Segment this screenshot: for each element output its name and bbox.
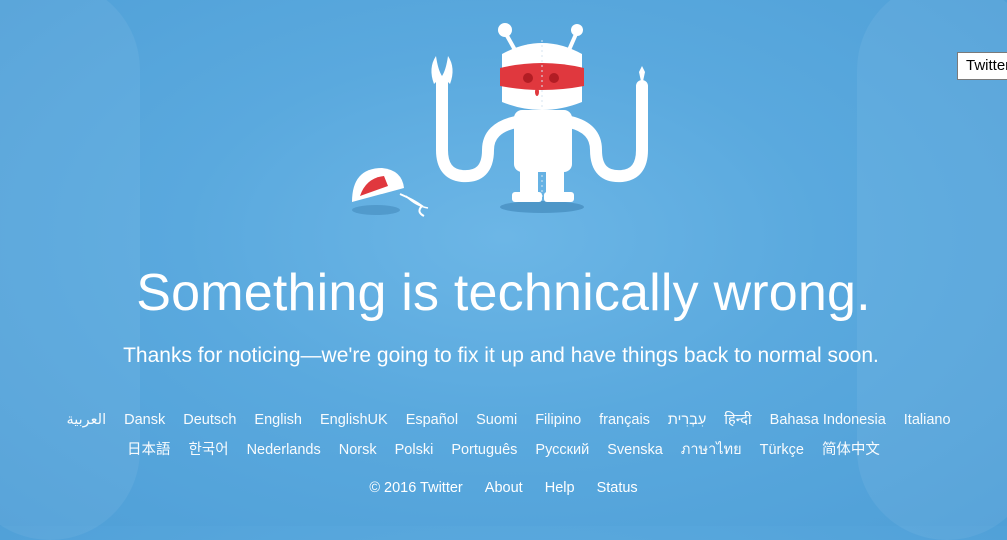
language-link-chinese-simplified[interactable]: 简体中文 bbox=[822, 435, 880, 465]
language-link-german[interactable]: Deutsch bbox=[183, 405, 236, 435]
language-link-hebrew[interactable]: עִבְרִית bbox=[668, 405, 706, 435]
language-link-indonesian[interactable]: Bahasa Indonesia bbox=[770, 405, 886, 435]
copyright-text: © 2016 Twitter bbox=[369, 480, 463, 496]
language-link-spanish[interactable]: Español bbox=[406, 405, 458, 435]
language-link-french[interactable]: français bbox=[599, 405, 650, 435]
language-link-norwegian[interactable]: Norsk bbox=[339, 435, 377, 465]
language-link-turkish[interactable]: Türkçe bbox=[760, 435, 804, 465]
language-link-swedish[interactable]: Svenska bbox=[607, 435, 663, 465]
language-link-portuguese[interactable]: Português bbox=[451, 435, 517, 465]
language-row-2: 日本語 한국어 Nederlands Norsk Polski Portuguê… bbox=[0, 435, 1007, 465]
language-link-japanese[interactable]: 日本語 bbox=[127, 435, 171, 465]
language-link-russian[interactable]: Русский bbox=[535, 435, 589, 465]
language-link-italian[interactable]: Italiano bbox=[904, 405, 951, 435]
language-link-finnish[interactable]: Suomi bbox=[476, 405, 517, 435]
language-selector: العربية Dansk Deutsch English EnglishUK … bbox=[0, 405, 1007, 465]
language-link-english-uk[interactable]: EnglishUK bbox=[320, 405, 388, 435]
language-link-english[interactable]: English bbox=[254, 405, 302, 435]
language-link-korean[interactable]: 한국어 bbox=[189, 435, 229, 465]
language-row-1: العربية Dansk Deutsch English EnglishUK … bbox=[10, 405, 1007, 435]
twitter-tooltip: Twitter bbox=[957, 52, 1007, 80]
language-link-hindi[interactable]: हिन्दी bbox=[724, 405, 751, 435]
broken-robot-illustration bbox=[352, 23, 648, 217]
language-link-danish[interactable]: Dansk bbox=[124, 405, 165, 435]
language-link-thai[interactable]: ภาษาไทย bbox=[681, 435, 742, 465]
language-link-filipino[interactable]: Filipino bbox=[535, 405, 581, 435]
language-link-arabic[interactable]: العربية bbox=[66, 405, 106, 435]
language-link-polish[interactable]: Polski bbox=[395, 435, 434, 465]
about-link[interactable]: About bbox=[485, 480, 523, 496]
language-link-dutch[interactable]: Nederlands bbox=[247, 435, 321, 465]
page-footer: © 2016 Twitter About Help Status bbox=[0, 473, 1007, 503]
error-headline: Something is technically wrong. bbox=[136, 264, 871, 322]
error-message: Thanks for noticing—we're going to fix i… bbox=[123, 344, 879, 367]
status-link[interactable]: Status bbox=[597, 480, 638, 496]
help-link[interactable]: Help bbox=[545, 480, 575, 496]
